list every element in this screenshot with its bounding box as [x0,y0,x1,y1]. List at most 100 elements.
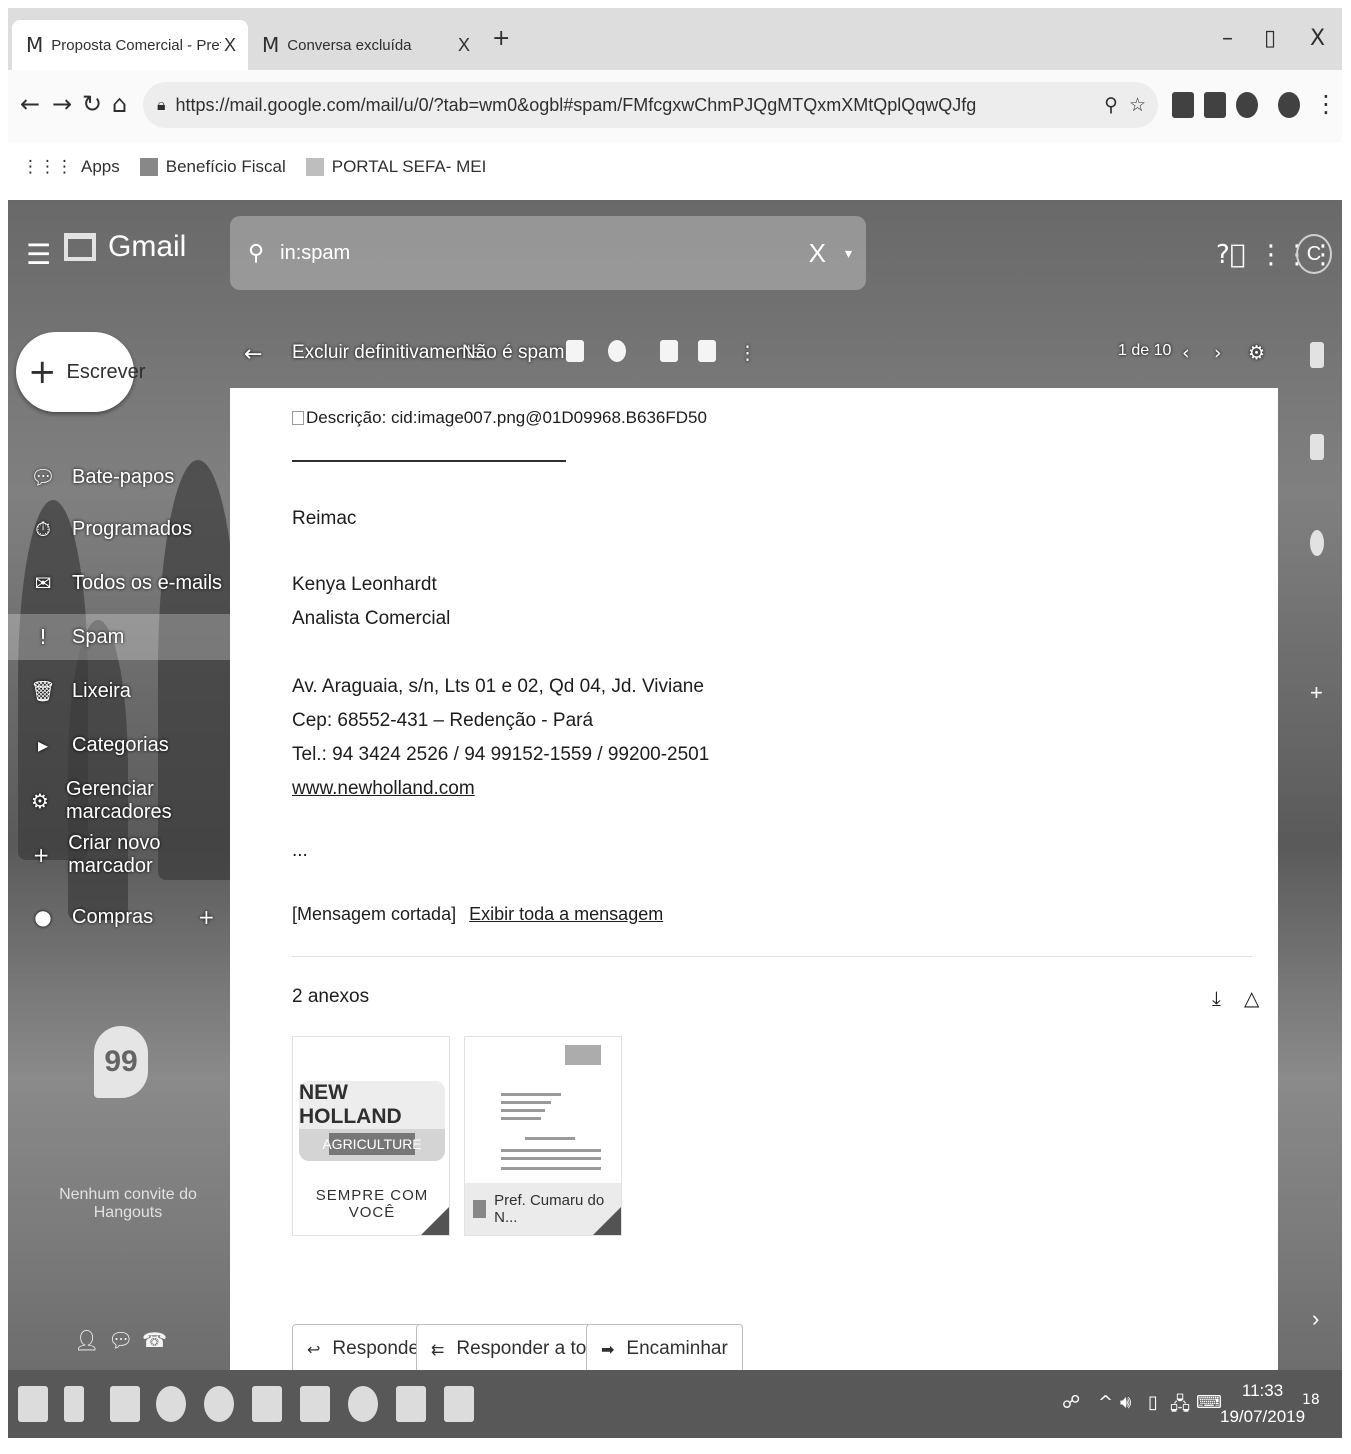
quoted-ellipsis[interactable]: ... [292,840,308,862]
hangouts-icon[interactable]: 💬︎ [108,1328,133,1352]
help-icon[interactable]: ?⃝ [1216,240,1245,270]
search-bar[interactable]: ⚲ in:spam X ▾ [230,216,866,290]
zoom-icon[interactable]: ⚲ [1104,94,1118,116]
file-explorer-icon[interactable] [110,1386,140,1422]
bookmark-portal-sefa[interactable]: PORTAL SEFA- MEI [305,157,486,177]
phone-icon[interactable]: ☎︎ [142,1328,167,1352]
forward-icon[interactable]: → [52,90,72,118]
extension-icon[interactable] [1204,92,1226,118]
task-view-icon[interactable] [64,1386,84,1422]
back-icon[interactable]: ← [20,90,40,118]
search-icon[interactable]: ⚲ [248,241,264,266]
photos-icon[interactable] [444,1386,474,1422]
calendar-icon[interactable] [1310,342,1324,368]
close-window-button[interactable]: X [1310,26,1325,51]
account-avatar[interactable]: C [1296,234,1332,274]
store-icon[interactable] [300,1386,330,1422]
trash-icon: 🗑︎ [30,679,56,703]
delete-forever-button[interactable]: Excluir definitivamente [292,342,482,364]
chrome-icon[interactable] [156,1386,186,1422]
sidebar-item-gerenciar-marcadores[interactable]: ⚙ Gerenciar marcadores [8,778,230,824]
bookmark-apps[interactable]: ⋮⋮⋮ Apps [22,157,120,177]
firefox-icon[interactable] [204,1386,234,1422]
app-icon[interactable] [252,1386,282,1422]
sender-role: Analista Comercial [292,608,451,629]
extension-icon[interactable] [1172,92,1194,118]
people-icon[interactable]: ☍ [1062,1392,1080,1413]
tab-close-icon[interactable]: X [224,35,236,56]
notifications-icon[interactable]: 18 [1302,1392,1320,1408]
mark-unread-icon[interactable] [566,340,584,362]
extension-icon[interactable] [1236,92,1258,118]
edge-icon[interactable] [348,1386,378,1422]
snooze-icon[interactable] [608,340,626,362]
save-to-drive-icon[interactable]: △ [1244,986,1259,1010]
keep-icon[interactable] [1310,434,1324,460]
clipped-notice: [Mensagem cortada] Exibir toda a mensage… [292,904,663,925]
bookmark-beneficio-fiscal[interactable]: Benefício Fiscal [139,157,286,177]
website-link[interactable]: www.newholland.com [292,778,475,800]
attachment-image[interactable]: NEW HOLLAND AGRICULTURE SEMPRE COM VOCÊ [292,1036,450,1236]
pagination-text: 1 de 10 [1118,342,1172,359]
reload-icon[interactable]: ↻ [82,90,102,118]
sidebar-item-programados[interactable]: ⏱︎ Programados [8,506,230,552]
spam-icon: ! [38,625,48,649]
new-tab-button[interactable]: + [492,26,510,51]
battery-icon[interactable]: ▯ [1148,1392,1158,1413]
tab-title: Conversa excluída [287,36,412,54]
more-options-icon[interactable]: ⋮ [738,342,757,364]
network-icon[interactable]: 🖧 [1170,1392,1190,1422]
tab-proposta-comercial[interactable]: M Proposta Comercial - Pref. Munic X [12,20,248,70]
search-options-icon[interactable]: ▾ [845,245,852,262]
move-to-icon[interactable] [660,340,678,362]
clear-search-icon[interactable]: X [809,238,826,269]
contacts-icon[interactable]: 👤︎ [74,1328,99,1352]
keyboard-icon[interactable]: ⌨ [1196,1392,1222,1413]
sidebar-item-todos-os-e-mails[interactable]: ✉︎ Todos os e-mails [8,560,230,606]
main-menu-icon[interactable]: ☰ [26,238,51,271]
plus-icon: + [32,843,50,867]
download-all-icon[interactable]: ⤓ [1212,986,1221,1010]
add-addon-icon[interactable]: + [1310,680,1323,706]
add-contact-icon[interactable]: + [198,905,215,929]
reply-all-icon: ⇇ [431,1339,445,1359]
gmail-logo[interactable]: Gmail [64,230,186,264]
search-input[interactable]: in:spam [280,242,350,265]
maximize-button[interactable]: ▯ [1264,26,1276,51]
start-icon[interactable] [18,1386,48,1422]
hangouts-user[interactable]: ● Compras + [8,894,230,940]
back-to-list-icon[interactable]: ← [244,342,262,367]
settings-gear-icon[interactable]: ⚙ [1248,342,1265,364]
view-full-message-link[interactable]: Exibir toda a mensagem [469,904,663,924]
hangouts-quote-icon: 99 [94,1026,148,1098]
tray-expand-icon[interactable]: ^ [1098,1392,1113,1413]
bookmark-star-icon[interactable]: ☆ [1129,94,1146,116]
gmail-envelope-icon [64,233,96,261]
sidebar-item-criar-novo-marcador[interactable]: + Criar novo marcador [8,832,230,878]
expand-panel-icon[interactable]: › [1312,1306,1319,1332]
sidebar-item-categorias[interactable]: ▸ Categorias [8,722,230,768]
forward-button[interactable]: ➡ Encaminhar [586,1324,743,1370]
address-bar[interactable]: 🔒︎ https://mail.google.com/mail/u/0/?tab… [143,82,1158,128]
label-icon[interactable] [698,340,716,362]
minimize-button[interactable]: – [1222,26,1233,51]
acrobat-icon[interactable] [396,1386,426,1422]
lock-icon: 🔒︎ [157,95,166,114]
not-spam-button[interactable]: Não é spam [462,342,564,364]
reply-icon: ↩ [307,1339,321,1359]
compose-button[interactable]: + Escrever [16,332,145,412]
tasks-icon[interactable] [1310,530,1324,556]
sidebar-item-bate-papos[interactable]: 💬︎ Bate-papos [8,454,230,500]
sidebar-item-lixeira[interactable]: 🗑︎ Lixeira [8,668,230,714]
sidebar-item-spam[interactable]: ! Spam [8,614,230,660]
browser-menu-icon[interactable]: ⋮ [1314,90,1338,118]
previous-icon[interactable]: ‹ [1182,342,1190,364]
profile-icon[interactable] [1278,92,1300,118]
next-icon[interactable]: › [1214,342,1222,364]
home-icon[interactable]: ⌂ [112,90,127,118]
volume-icon[interactable]: 🔊︎ [1120,1392,1131,1413]
attachment-pdf[interactable]: Pref. Cumaru do N... [464,1036,622,1236]
tab-close-icon[interactable]: X [458,35,470,56]
system-clock[interactable]: 11:33 19/07/2019 [1220,1378,1305,1430]
tab-conversa-excluida[interactable]: M Conversa excluída X [248,20,482,70]
